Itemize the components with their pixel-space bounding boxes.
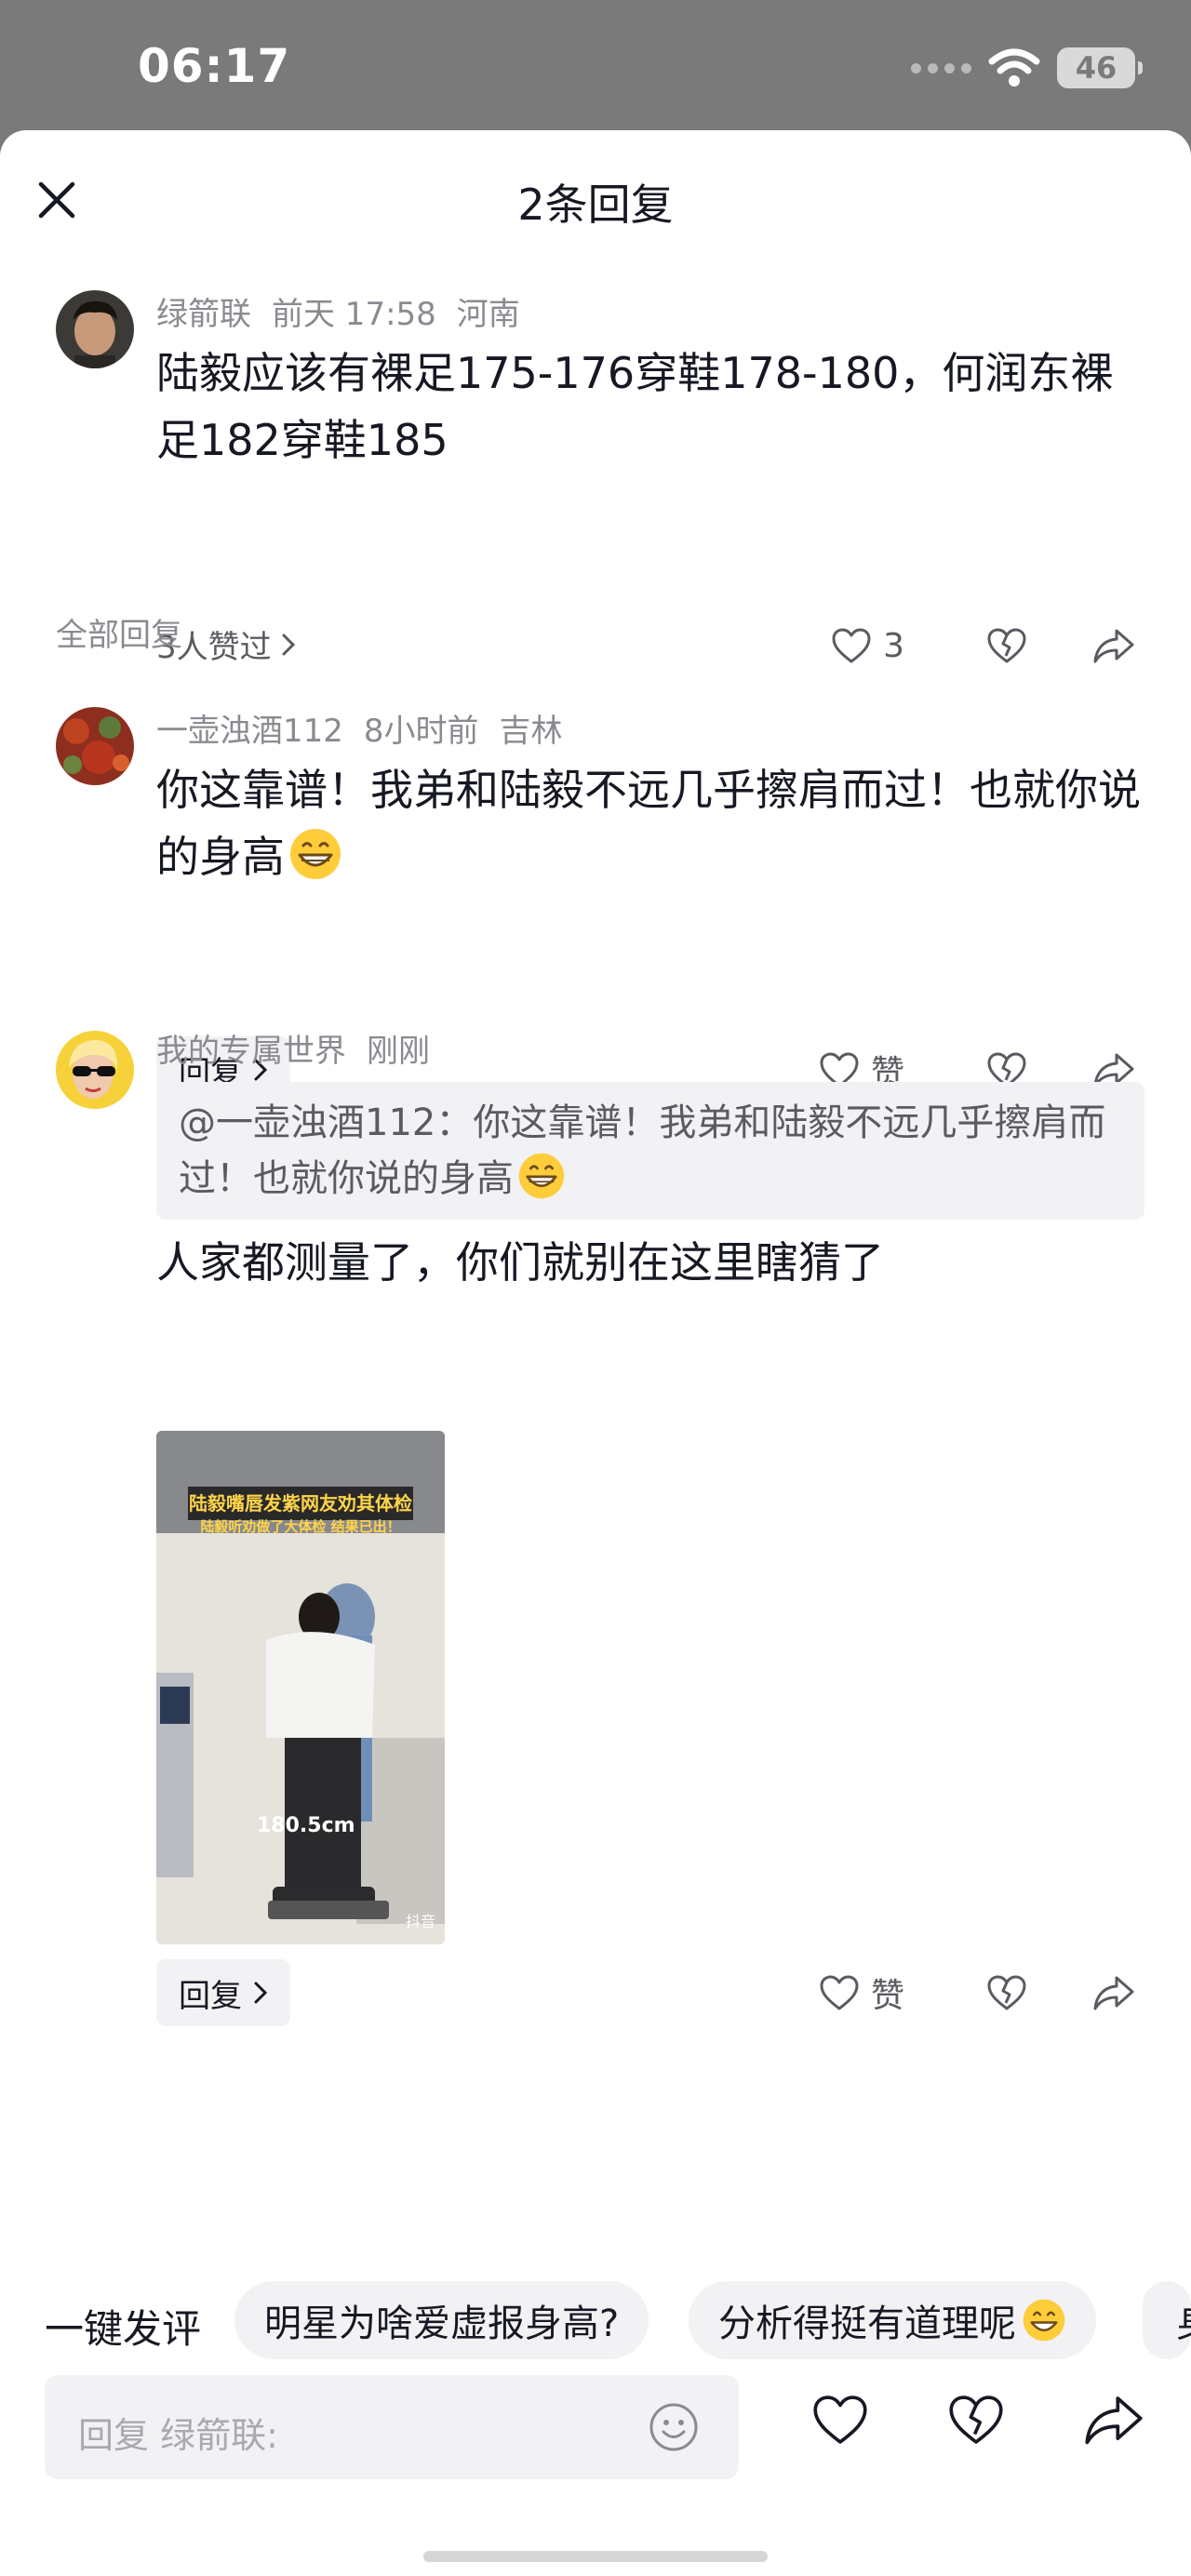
author-name[interactable]: 一壶浊酒112 [156,713,343,750]
status-time: 06:17 [138,39,291,93]
quick-comment-chip[interactable]: 明星为啥爱虚报身高? [234,2281,649,2359]
chip-label: 分析得挺有道理呢 [718,2302,1016,2345]
like-button[interactable]: 赞 [819,1969,904,2017]
broken-heart-icon [987,1975,1026,2010]
dislike-button[interactable] [986,627,1027,664]
wifi-icon [988,48,1040,87]
quoted-text: @一壶浊酒112：你这靠谱！我弟和陆毅不远几乎擦肩而过！也就你说的身高 [179,1101,1106,1200]
quick-comment-chip[interactable]: 身 [1143,2281,1191,2359]
image-caption-top: 陆毅嘴唇发紫网友劝其体检 [189,1492,412,1515]
comment-text: 陆毅应该有裸足175-176穿鞋178-180，何润东裸足182穿鞋185 [156,348,1114,465]
comment-body: 绿箭联 前天 17:58 河南 陆毅应该有裸足175-176穿鞋178-180，何润… [156,288,1144,474]
chip-label: 明星为啥爱虚报身高? [264,2302,620,2345]
chevron-right-icon [254,1982,268,2004]
comment-text: 你这靠谱！我弟和陆毅不远几乎擦肩而过！也就你说的身高 [156,756,1144,890]
author-name[interactable]: 绿箭联 [156,296,251,333]
comment-time: 前天 17:58 [272,296,436,333]
sheet-header: 2条回复 [0,130,1191,270]
quick-comment-row: 一键发评 明星为啥爱虚报身高? 分析得挺有道理呢 身 [0,2281,1191,2359]
heart-icon[interactable] [811,2393,869,2447]
comment-location: 河南 [456,296,520,333]
like-count: 3 [883,626,904,665]
action-icons: 3 [831,612,1135,679]
heart-icon [820,1975,859,2010]
chevron-right-icon [282,634,295,655]
image-caption-sub: 陆毅听劝做了大体检 结果已出！ [200,1518,401,1535]
reply-input[interactable]: 回复 绿箭联: [45,2375,739,2479]
grinning-emoji-icon [1023,2299,1065,2342]
grinning-emoji-icon [290,829,341,879]
comment-meta: 一壶浊酒112 8小时前 吉林 [156,705,1144,751]
battery-icon: 46 [1057,47,1143,88]
action-icons: 赞 [819,1959,1135,2026]
sheet-title: 2条回复 [517,180,674,230]
comment-time: 8小时前 [363,713,479,750]
like-button[interactable]: 3 [831,627,904,665]
comment-actions: 回复 赞 [156,1959,1135,2026]
status-bar: 06:17 46 [0,0,1191,130]
section-label: 全部回复 [56,617,182,654]
signal-icon [911,62,971,73]
avatar[interactable] [56,707,134,785]
comment-meta: 我的专属世界 刚刚 [156,1025,1144,1071]
share-icon[interactable] [1092,1974,1135,2011]
attached-image[interactable]: 陆毅嘴唇发紫网友劝其体检 陆毅听劝做了大体检 结果已出！ 180.5cm 抖音 [156,1431,445,1944]
quick-comment-chip[interactable]: 分析得挺有道理呢 [689,2281,1096,2359]
battery-level: 46 [1075,50,1117,86]
home-indicator [423,2551,768,2562]
replies-sheet: 2条回复 绿箭联 前天 17:58 河南 陆毅应该有裸足175-176穿鞋178-1… [0,130,1191,2576]
share-icon[interactable] [1092,627,1135,664]
comment-body: 一壶浊酒112 8小时前 吉林 你这靠谱！我弟和陆毅不远几乎擦肩而过！也就你说的身高 [156,705,1144,890]
dislike-button[interactable] [986,1974,1027,2011]
emoji-icon[interactable] [648,2401,700,2453]
status-icons: 46 [911,45,1143,91]
chip-label: 身 [1176,2293,1191,2347]
reply-button[interactable]: 回复 [156,1959,290,2026]
comment-actions: 3人赞过 3 [156,612,1135,677]
comment-body: 我的专属世界 刚刚 @一壶浊酒112：你这靠谱！我弟和陆毅不远几乎擦肩而过！也就你… [156,1025,1144,1296]
comment-meta: 绿箭联 前天 17:58 河南 [156,288,1144,334]
author-name[interactable]: 我的专属世界 [156,1033,346,1070]
heart-icon [832,628,871,663]
broken-heart-icon [987,628,1026,663]
like-label: 赞 [870,1977,904,2015]
comment-location: 吉林 [499,713,563,750]
reply-input-placeholder: 回复 绿箭联: [78,2415,278,2456]
share-icon[interactable] [1083,2393,1144,2447]
avatar[interactable] [56,1031,134,1109]
comment-text: 人家都测量了，你们就别在这里瞎猜了 [156,1237,884,1288]
image-measure-label: 180.5cm [257,1814,355,1837]
avatar[interactable] [56,290,134,368]
image-watermark: 抖音 [405,1913,435,1930]
comment-time: 刚刚 [367,1033,430,1070]
broken-heart-icon[interactable] [947,2393,1005,2447]
reply-button-label: 回复 [179,1977,242,2015]
quick-comment-title: 一键发评 [45,2306,202,2352]
grinning-emoji-icon [518,1153,565,1199]
quoted-reply[interactable]: @一壶浊酒112：你这靠谱！我弟和陆毅不远几乎擦肩而过！也就你说的身高 [156,1082,1144,1220]
